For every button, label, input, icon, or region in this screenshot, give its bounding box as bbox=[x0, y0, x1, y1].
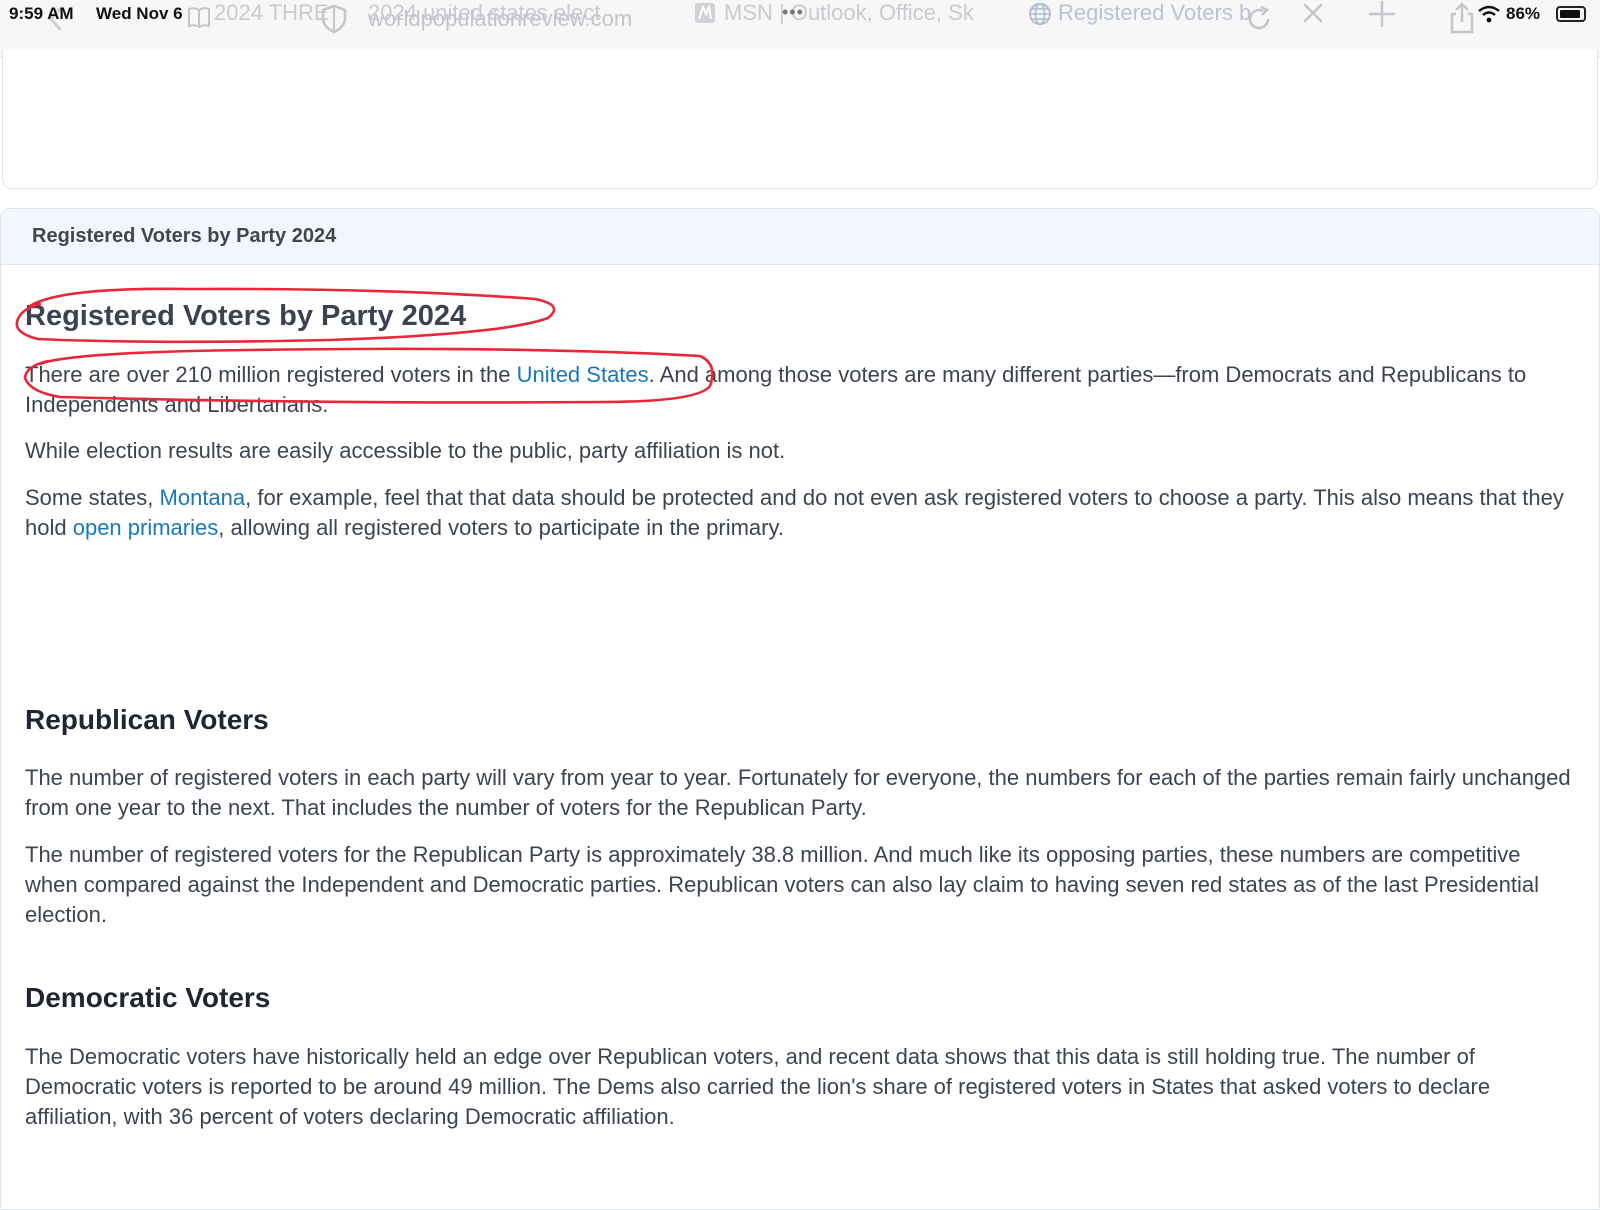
close-tab-icon[interactable] bbox=[1302, 2, 1324, 24]
democratic-heading: Democratic Voters bbox=[25, 982, 271, 1013]
battery-percentage: 86% bbox=[1506, 4, 1541, 23]
status-time: 9:59 AM bbox=[9, 4, 74, 23]
tab-registered-voters[interactable]: Registered Voters b bbox=[1058, 0, 1251, 26]
wifi-icon bbox=[1478, 5, 1500, 23]
democratic-paragraph-1: The Democratic voters have historically … bbox=[25, 1044, 1491, 1129]
tab-msn[interactable]: MSN | Outlook, Office, Sk bbox=[724, 0, 974, 26]
browser-top-bar: 9:59 AM Wed Nov 6 2024 THRE 2024 united … bbox=[0, 0, 1600, 57]
intro-paragraph: There are over 210 million registered vo… bbox=[25, 360, 1573, 420]
battery-icon bbox=[1556, 6, 1586, 22]
section-header: Registered Voters by Party 2024 bbox=[1, 209, 1599, 265]
shield-icon[interactable] bbox=[320, 4, 348, 34]
tab-more-dots[interactable]: ••• bbox=[782, 2, 804, 23]
globe-icon bbox=[1029, 3, 1051, 25]
republican-paragraph-2: The number of registered voters for the … bbox=[25, 842, 1539, 927]
book-icon[interactable] bbox=[186, 4, 212, 30]
open-primaries-link[interactable]: open primaries bbox=[73, 515, 219, 540]
intro-text-1: There are over 210 million registered vo… bbox=[25, 362, 517, 387]
new-tab-icon[interactable] bbox=[1368, 0, 1396, 28]
montana-link[interactable]: Montana bbox=[160, 485, 246, 510]
msn-icon[interactable] bbox=[694, 2, 716, 24]
montana-paragraph: Some states, Montana, for example, feel … bbox=[25, 483, 1573, 543]
ad-placeholder-card bbox=[2, 50, 1598, 189]
share-icon[interactable] bbox=[1448, 2, 1476, 34]
montana-text-3: , allowing all registered voters to part… bbox=[218, 515, 784, 540]
address-bar-url[interactable]: worldpopulationreview.com bbox=[368, 6, 632, 32]
affiliation-paragraph: While election results are easily access… bbox=[25, 438, 786, 463]
montana-text-1: Some states, bbox=[25, 485, 160, 510]
republican-paragraph-1: The number of registered voters in each … bbox=[25, 765, 1571, 820]
reload-icon[interactable] bbox=[1244, 4, 1274, 34]
page-title: Registered Voters by Party 2024 bbox=[25, 300, 467, 332]
tab-fragment-label[interactable]: 2024 THRE bbox=[214, 0, 329, 26]
status-date: Wed Nov 6 bbox=[96, 4, 183, 23]
republican-heading: Republican Voters bbox=[25, 704, 269, 735]
united-states-link[interactable]: United States bbox=[517, 362, 649, 387]
